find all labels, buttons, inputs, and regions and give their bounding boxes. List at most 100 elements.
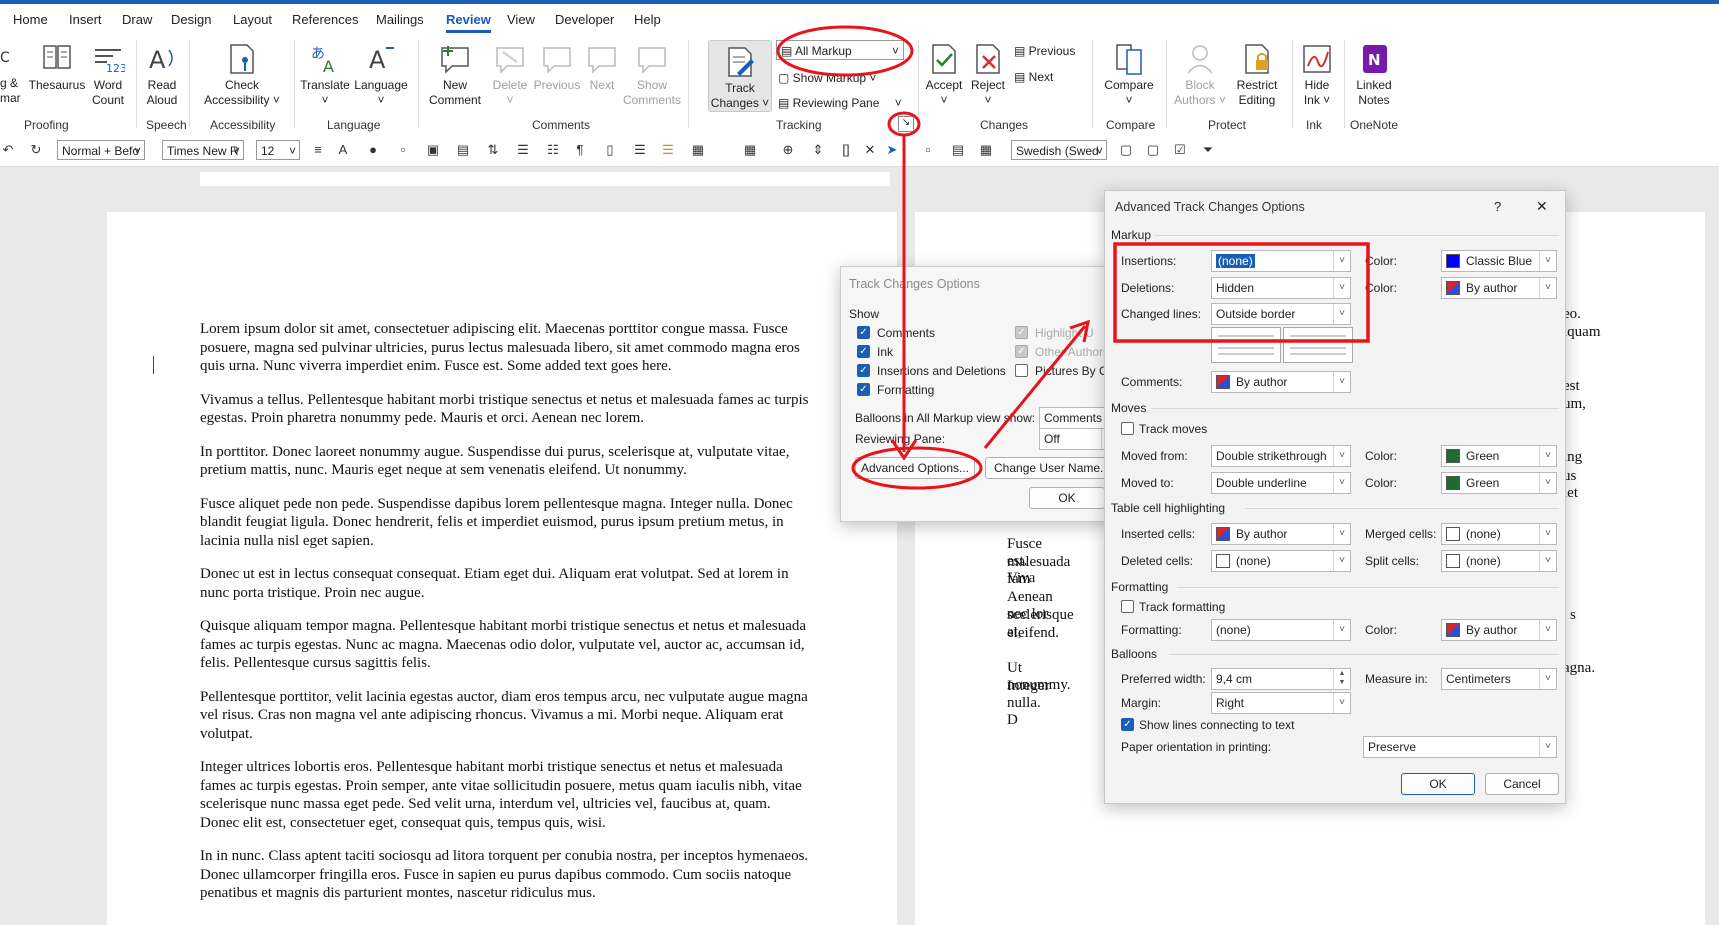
document-icon[interactable]: ▫ (395, 142, 411, 158)
track-formatting-checkbox[interactable] (1121, 600, 1134, 613)
balloons-select[interactable]: Comments a (1039, 407, 1113, 429)
other-authors-checkbox[interactable]: ✓ (1015, 345, 1028, 358)
previous-comment-button[interactable]: Previous (532, 42, 582, 93)
undo-icon[interactable]: ↶ (0, 142, 16, 158)
paper-orientation-select[interactable]: Preserve ˅ (1363, 736, 1557, 758)
spelling-grammar-button[interactable]: C g & mar (0, 42, 24, 106)
format-icon[interactable]: ▤ (950, 142, 966, 158)
list-icon[interactable]: ☷ (545, 142, 561, 158)
tab-help[interactable]: Help (634, 12, 661, 27)
bracket-icon[interactable]: [] (838, 142, 854, 158)
formatting-select[interactable]: (none) ˅ (1211, 619, 1351, 641)
restrict-editing-button[interactable]: Restrict Editing (1230, 42, 1284, 108)
lock-icon[interactable]: ▢ (1118, 142, 1134, 158)
insert-icon[interactable]: ▤ (455, 142, 471, 158)
show-lines-checkbox[interactable]: ✓ (1121, 718, 1134, 731)
paragraph[interactable]: In in nunc. Class aptent taciti sociosqu… (200, 847, 810, 903)
advanced-ok-button[interactable]: OK (1401, 773, 1475, 795)
align-icon[interactable]: ☰ (515, 142, 531, 158)
circle-icon[interactable]: ● (365, 142, 381, 158)
inserted-cells-select[interactable]: By author ˅ (1211, 523, 1351, 545)
changed-lines-select[interactable]: Outside border ˅ (1211, 303, 1351, 325)
tab-insert[interactable]: Insert (69, 12, 102, 27)
previous-change-button[interactable]: ▤ Previous (1014, 44, 1075, 58)
compare-button[interactable]: Compare ˅ (1098, 42, 1160, 108)
send-icon[interactable]: ➤ (884, 142, 900, 158)
track-changes-button[interactable]: Track Changes ˅ (708, 40, 772, 112)
paragraph[interactable]: Fusce aliquet pede non pede. Suspendisse… (200, 495, 810, 551)
close-icon[interactable]: ✕ (1536, 198, 1548, 215)
read-aloud-button[interactable]: A Read Aloud (140, 42, 184, 108)
tab-draw[interactable]: Draw (122, 12, 152, 27)
paragraph[interactable]: Donec ut est in lectus consequat consequ… (200, 565, 810, 602)
check-accessibility-button[interactable]: Check Accessibility ˅ (194, 42, 290, 108)
paragraph[interactable]: Integer ultrices lobortis eros. Pellente… (200, 758, 810, 832)
paragraph[interactable]: Vivamus a tellus. Pellentesque habitant … (200, 391, 810, 428)
style-select[interactable]: Normal + Befo ˅ (57, 140, 145, 160)
paragraph[interactable]: Quisque aliquam tempor magna. Pellentesq… (200, 617, 810, 673)
moved-from-select[interactable]: Double strikethrough ˅ (1211, 445, 1351, 467)
redo-icon[interactable]: ↻ (28, 142, 44, 158)
sort-icon[interactable]: ⇅ (485, 142, 501, 158)
borders-icon[interactable]: ▦ (690, 142, 706, 158)
next-comment-button[interactable]: Next (584, 42, 620, 93)
insertions-select[interactable]: (none) ˅ (1211, 250, 1351, 272)
formatting-checkbox[interactable]: ✓ (857, 383, 870, 396)
tab-developer[interactable]: Developer (555, 12, 614, 27)
tab-mailings[interactable]: Mailings (376, 12, 424, 27)
insertions-deletions-checkbox[interactable]: ✓ (857, 364, 870, 377)
paragraph[interactable]: Pellentesque porttitor, velit lacinia eg… (200, 688, 810, 744)
display-for-review-select[interactable]: ▤ All Markup ˅ (776, 40, 904, 60)
highlight-icon[interactable]: ☰ (660, 142, 676, 158)
pilcrow-icon[interactable]: ¶ (572, 142, 588, 158)
comments-checkbox[interactable]: ✓ (857, 326, 870, 339)
grid-icon[interactable]: ▦ (978, 142, 994, 158)
accept-button[interactable]: Accept ˅ (922, 42, 966, 108)
moved-to-color-select[interactable]: Green ˅ (1441, 472, 1557, 494)
textbox-icon[interactable]: ▣ (425, 142, 441, 158)
font-size-select[interactable]: 12 ˅ (256, 140, 300, 160)
highlight-updates-checkbox[interactable]: ✓ (1015, 326, 1028, 339)
pictures-by-comments-checkbox[interactable] (1015, 364, 1028, 377)
page-icon[interactable]: ▯ (602, 142, 618, 158)
merged-cells-select[interactable]: (none) ˅ (1441, 523, 1557, 545)
comments-color-select[interactable]: By author ˅ (1211, 371, 1351, 393)
track-moves-checkbox[interactable] (1121, 422, 1134, 435)
next-change-button[interactable]: ▤ Next (1014, 70, 1053, 84)
ink-checkbox[interactable]: ✓ (857, 345, 870, 358)
checklist-icon[interactable]: ☑ (1172, 142, 1188, 158)
linked-notes-button[interactable]: N Linked Notes (1350, 42, 1398, 108)
customize-toolbar-icon[interactable]: ⏷ (1200, 142, 1216, 158)
language-select[interactable]: Swedish (Swed ˅ (1011, 140, 1107, 160)
show-markup-button[interactable]: ▢ Show Markup ˅ (778, 71, 876, 85)
change-user-name-button[interactable]: Change User Name... (985, 457, 1113, 479)
paragraph[interactable]: Lorem ipsum dolor sit amet, consectetuer… (200, 320, 810, 376)
tab-layout[interactable]: Layout (233, 12, 272, 27)
word-count-button[interactable]: 123 Word Count (88, 42, 128, 108)
delete-comment-button[interactable]: Delete ˅ (490, 42, 530, 108)
preferred-width-input[interactable]: 9,4 cm ▲ ▼ (1211, 668, 1351, 690)
spacing-icon[interactable]: ⇕ (810, 142, 826, 158)
insertions-color-select[interactable]: Classic Blue ˅ (1441, 250, 1557, 272)
reject-button[interactable]: Reject ˅ (966, 42, 1010, 108)
reviewing-pane-button[interactable]: ▤ Reviewing Pane ˅ (778, 96, 902, 110)
reviewing-pane-select[interactable]: Off˅ (1039, 428, 1113, 450)
paragraph[interactable]: In porttitor. Donec laoreet nonummy augu… (200, 443, 810, 480)
close-icon[interactable]: ✕ (862, 142, 878, 158)
paragraph-icon[interactable]: ≡ (310, 142, 326, 158)
link-icon[interactable]: ⊕ (780, 142, 796, 158)
translate-button[interactable]: あA Translate ˅ (300, 42, 350, 108)
measure-in-select[interactable]: Centimeters ˅ (1441, 668, 1557, 690)
block-authors-button[interactable]: Block Authors ˅ (1172, 42, 1228, 108)
advanced-options-button[interactable]: Advanced Options... (855, 457, 975, 479)
table-icon[interactable]: ▦ (742, 142, 758, 158)
tab-review[interactable]: Review (446, 12, 491, 33)
tab-view[interactable]: View (507, 12, 535, 27)
numbering-icon[interactable]: ☰ (632, 142, 648, 158)
margin-select[interactable]: Right ˅ (1211, 692, 1351, 714)
language-button[interactable]: A Language ˅ (352, 42, 410, 108)
font-a-icon[interactable]: A (335, 142, 351, 158)
split-cells-select[interactable]: (none) ˅ (1441, 550, 1557, 572)
deleted-cells-select[interactable]: (none) ˅ (1211, 550, 1351, 572)
moved-from-color-select[interactable]: Green ˅ (1441, 445, 1557, 467)
